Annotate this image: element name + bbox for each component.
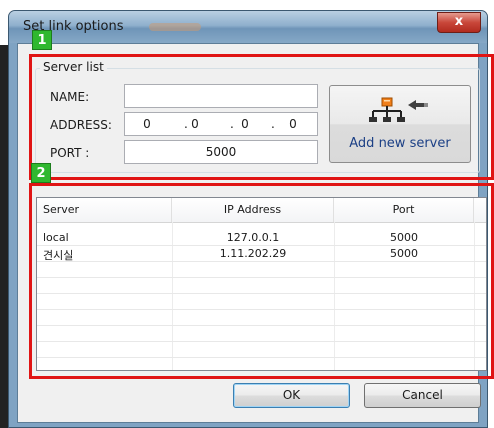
step-badge-2: 2: [31, 163, 51, 183]
background-edge: [0, 45, 8, 428]
highlight-box-server-table: [29, 183, 494, 379]
cancel-button[interactable]: Cancel: [364, 383, 481, 408]
title-bar[interactable]: Set link options x: [9, 11, 487, 43]
title-redaction: [149, 23, 201, 31]
highlight-box-server-list: [29, 54, 494, 180]
step-badge-1: 1: [32, 30, 52, 50]
screenshot-stage: Set link options x Server list NAME: ADD…: [0, 0, 494, 428]
close-icon: x: [454, 14, 464, 29]
close-button[interactable]: x: [437, 12, 481, 33]
ok-button[interactable]: OK: [233, 383, 350, 408]
